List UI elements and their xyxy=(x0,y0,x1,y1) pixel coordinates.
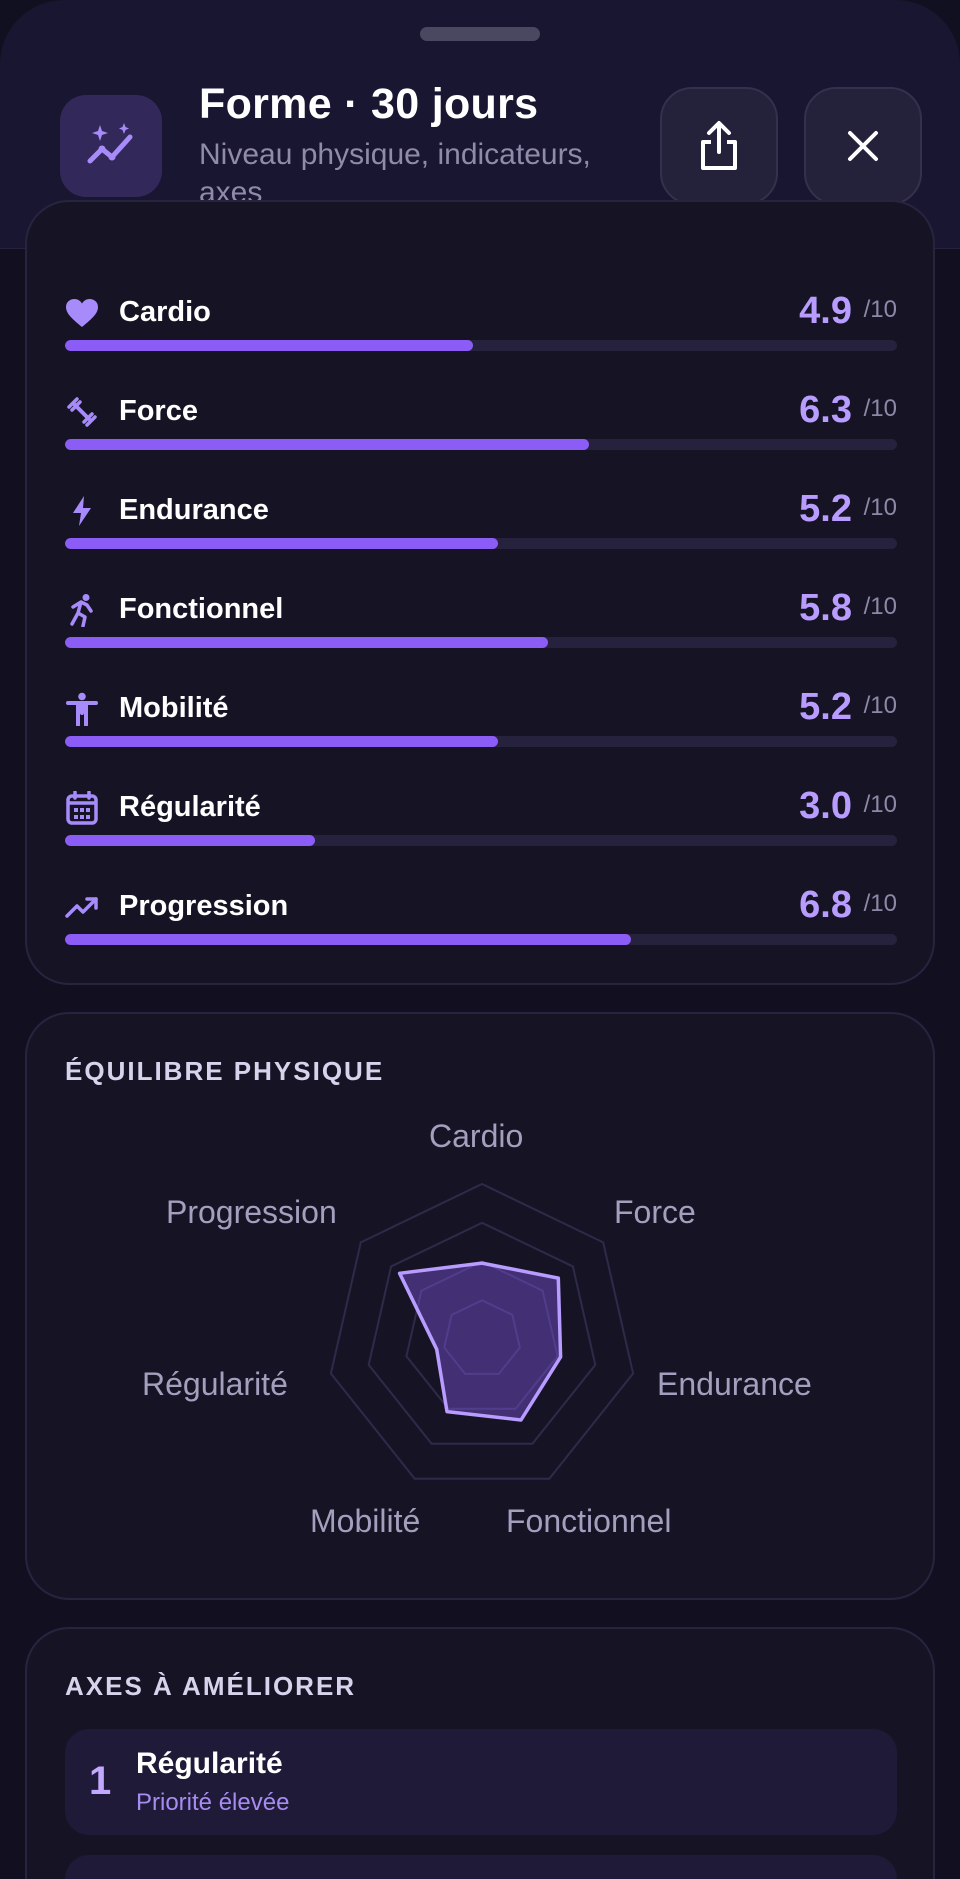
radar-axis-label: Progression xyxy=(166,1194,337,1230)
metric-value: 6.8 xyxy=(799,884,852,926)
close-button[interactable] xyxy=(804,87,922,205)
metric-row-endurance: Endurance 5.2 /10 xyxy=(65,488,897,568)
metric-value: 4.9 xyxy=(799,290,852,332)
metric-value: 3.0 xyxy=(799,785,852,827)
sheet-grabber[interactable] xyxy=(420,27,540,41)
radar-data-point xyxy=(556,1276,560,1280)
metric-row-fonctionnel: Fonctionnel 5.8 /10 xyxy=(65,587,897,667)
metric-row-regularite: Régularité 3.0 /10 xyxy=(65,785,897,865)
metric-row-progression: Progression 6.8 /10 xyxy=(65,884,897,964)
metric-label: Fonctionnel xyxy=(119,593,284,625)
radar-axis-label: Cardio xyxy=(429,1118,524,1154)
metric-progress-bar xyxy=(65,439,897,450)
trending-up-icon xyxy=(65,890,99,924)
metric-progress-bar xyxy=(65,736,897,747)
radar-axis-label: Force xyxy=(614,1194,696,1230)
metric-progress-fill xyxy=(65,538,498,549)
chart-sparkle-icon xyxy=(60,95,162,197)
balance-card: ÉQUILIBRE PHYSIQUE Cardio Force Enduranc… xyxy=(25,1012,935,1600)
heart-icon xyxy=(65,296,99,330)
metric-max: /10 xyxy=(863,593,897,620)
metric-value: 5.2 xyxy=(799,488,852,530)
running-icon xyxy=(65,593,99,627)
metric-progress-fill xyxy=(65,736,498,747)
metric-value: 5.8 xyxy=(799,587,852,629)
metric-max: /10 xyxy=(863,890,897,917)
radar-data-point xyxy=(559,1355,563,1359)
metric-row-mobilite: Mobilité 5.2 /10 xyxy=(65,686,897,766)
radar-axis-label: Endurance xyxy=(657,1366,812,1402)
improve-priority: Priorité élevée xyxy=(136,1789,290,1816)
bottom-sheet: Forme · 30 jours Niveau physique, indica… xyxy=(0,0,960,1879)
improve-card: AXES À AMÉLIORER 1 Régularité Priorité é… xyxy=(25,1627,935,1879)
metric-progress-bar xyxy=(65,835,897,846)
radar-chart xyxy=(329,1182,635,1480)
metric-max: /10 xyxy=(863,692,897,719)
metric-value: 5.2 xyxy=(799,686,852,728)
radar-data-point xyxy=(435,1347,439,1351)
metric-label: Force xyxy=(119,395,198,427)
share-icon xyxy=(701,121,737,170)
metric-label: Cardio xyxy=(119,296,211,328)
close-icon xyxy=(848,131,878,161)
metric-label: Mobilité xyxy=(119,692,229,724)
metric-progress-fill xyxy=(65,835,315,846)
metrics-card: Cardio 4.9 /10 Force 6.3 /10 Endurance 5… xyxy=(25,200,935,985)
metric-progress-bar xyxy=(65,637,897,648)
radar-axis-label: Mobilité xyxy=(310,1503,421,1539)
metric-progress-fill xyxy=(65,934,631,945)
improve-name: Régularité xyxy=(136,1747,283,1780)
metric-progress-bar xyxy=(65,934,897,945)
metric-progress-fill xyxy=(65,637,548,648)
metric-row-cardio: Cardio 4.9 /10 xyxy=(65,290,897,370)
metric-progress-bar xyxy=(65,340,897,351)
metric-value: 6.3 xyxy=(799,389,852,431)
calendar-icon xyxy=(65,791,99,825)
metric-progress-bar xyxy=(65,538,897,549)
sheet-title: Forme · 30 jours xyxy=(199,80,539,128)
metric-max: /10 xyxy=(863,791,897,818)
metric-progress-fill xyxy=(65,439,590,450)
metric-label: Progression xyxy=(119,890,289,922)
metric-label: Régularité xyxy=(119,791,261,823)
radar-data-series xyxy=(397,1261,563,1422)
improve-item[interactable]: 1 Régularité Priorité élevée xyxy=(65,1729,897,1835)
share-button[interactable] xyxy=(660,87,778,205)
improve-title: AXES À AMÉLIORER xyxy=(65,1671,357,1701)
bolt-icon xyxy=(65,494,99,528)
radar-axis-label: Régularité xyxy=(142,1366,288,1402)
radar-axis-label: Fonctionnel xyxy=(506,1503,672,1539)
improve-item[interactable] xyxy=(65,1855,897,1879)
radar-data-point xyxy=(480,1261,484,1265)
metric-label: Endurance xyxy=(119,494,269,526)
radar-data-point xyxy=(398,1271,402,1275)
radar-data-point xyxy=(445,1410,449,1414)
metric-max: /10 xyxy=(863,296,897,323)
improve-rank: 1 xyxy=(89,1759,112,1803)
metric-row-force: Force 6.3 /10 xyxy=(65,389,897,469)
person-stretch-icon xyxy=(65,692,99,726)
metric-max: /10 xyxy=(863,395,897,422)
metric-max: /10 xyxy=(863,494,897,521)
radar-data-point xyxy=(519,1418,523,1422)
metric-progress-fill xyxy=(65,340,473,351)
dumbbell-icon xyxy=(65,395,99,429)
